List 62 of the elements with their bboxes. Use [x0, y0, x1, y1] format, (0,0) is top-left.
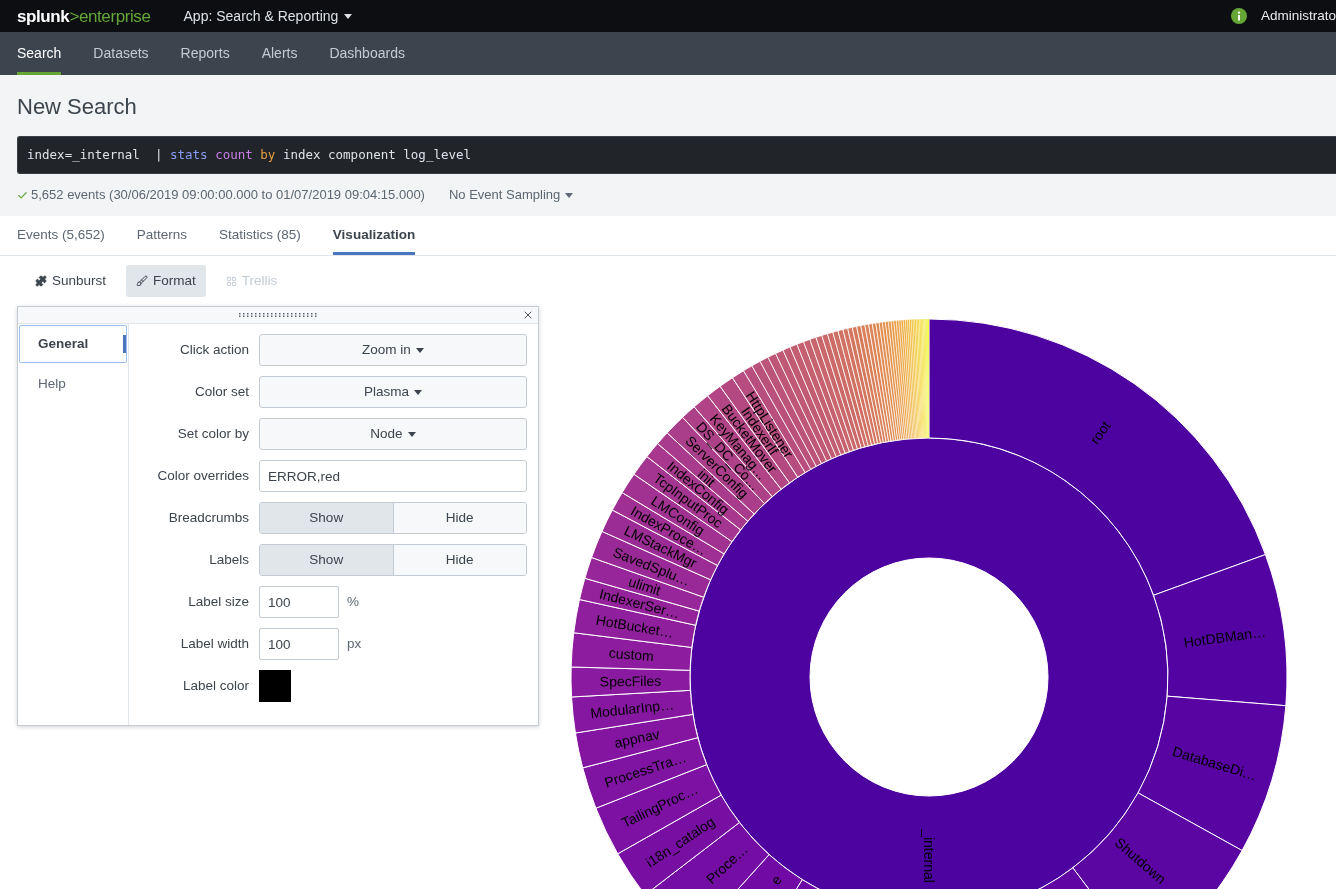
- field-label: Labels: [209, 550, 249, 569]
- field-label: Color overrides: [157, 466, 249, 485]
- result-tab[interactable]: Visualization: [332, 216, 416, 255]
- segment-label: _internal: [921, 829, 937, 883]
- dropdown-button[interactable]: Zoom in: [259, 334, 527, 366]
- field-label: Label size: [188, 592, 249, 611]
- field-label: Click action: [179, 340, 249, 359]
- panel-section-tab[interactable]: Help: [19, 365, 127, 403]
- sampling-dropdown[interactable]: No Event Sampling: [448, 185, 574, 205]
- field-label: Breadcrumbs: [168, 508, 249, 527]
- product-logo[interactable]: splunk>enterprise: [17, 7, 151, 25]
- close-button[interactable]: [522, 309, 534, 321]
- toolbar-button[interactable]: Format: [126, 265, 206, 297]
- number-field[interactable]: 100: [259, 586, 339, 618]
- search-field[interactable]: index=_internal | stats count by index component log_level: [17, 136, 1336, 174]
- segment-label: HotDBMan…: [1182, 623, 1267, 651]
- toolbar-button[interactable]: Sunburst: [25, 265, 117, 297]
- field-label: Color set: [194, 382, 249, 401]
- color-swatch-icon[interactable]: [259, 670, 291, 702]
- grid-icon: [225, 275, 237, 287]
- toggle-option[interactable]: Show: [260, 503, 393, 533]
- caret-icon: [407, 431, 416, 437]
- result-tab[interactable]: Events (5,652): [17, 216, 105, 255]
- nav-tab[interactable]: Datasets: [93, 32, 149, 75]
- caret-icon: [414, 389, 422, 395]
- brush-icon: [136, 275, 149, 287]
- status-summary: 5,652 events (30/06/2019 09:00:00.000 to 01/07/2019 09:04:15.000): [31, 186, 425, 205]
- close-icon: [522, 309, 534, 321]
- segment-label: custom: [608, 644, 655, 665]
- caret-icon: [344, 13, 353, 19]
- unit-label: px: [347, 634, 362, 653]
- nav-tab[interactable]: Reports: [180, 32, 230, 75]
- check-icon: [17, 189, 28, 201]
- result-tab[interactable]: Patterns: [136, 216, 188, 255]
- toggle-option[interactable]: Show: [260, 545, 393, 575]
- field-label: Set color by: [177, 424, 249, 443]
- toggle-option[interactable]: Hide: [392, 503, 526, 533]
- drag-handle-icon[interactable]: [239, 313, 317, 317]
- app-menu[interactable]: App: Search & Reporting: [183, 5, 353, 27]
- segment-label: e: [767, 871, 785, 888]
- number-field[interactable]: 100: [259, 628, 339, 660]
- segment-label: appnav: [612, 725, 661, 751]
- nav-tab[interactable]: Dashboards: [329, 32, 405, 75]
- panel-section-tab[interactable]: General: [19, 325, 127, 363]
- field-label: Label color: [182, 676, 249, 695]
- page-title: New Search: [17, 93, 137, 121]
- text-field[interactable]: ERROR,red: [259, 460, 527, 492]
- segment-label: SpecFiles: [599, 672, 662, 690]
- puzzle-icon: [35, 275, 47, 287]
- field-label: Label width: [180, 634, 249, 653]
- unit-label: %: [347, 592, 359, 611]
- caret-icon: [565, 192, 574, 198]
- dropdown-button[interactable]: Node: [259, 418, 527, 450]
- outer-ring[interactable]: [570, 318, 1288, 889]
- dropdown-button[interactable]: Plasma: [259, 376, 527, 408]
- toggle-option[interactable]: Hide: [392, 545, 526, 575]
- nav-tab[interactable]: Alerts: [261, 32, 298, 75]
- segment-label: ModularInp…: [589, 696, 675, 722]
- result-tab[interactable]: Statistics (85): [219, 216, 301, 255]
- user-menu[interactable]: Administrato: [1260, 5, 1336, 27]
- caret-icon: [415, 347, 424, 353]
- info-icon[interactable]: [1230, 8, 1247, 24]
